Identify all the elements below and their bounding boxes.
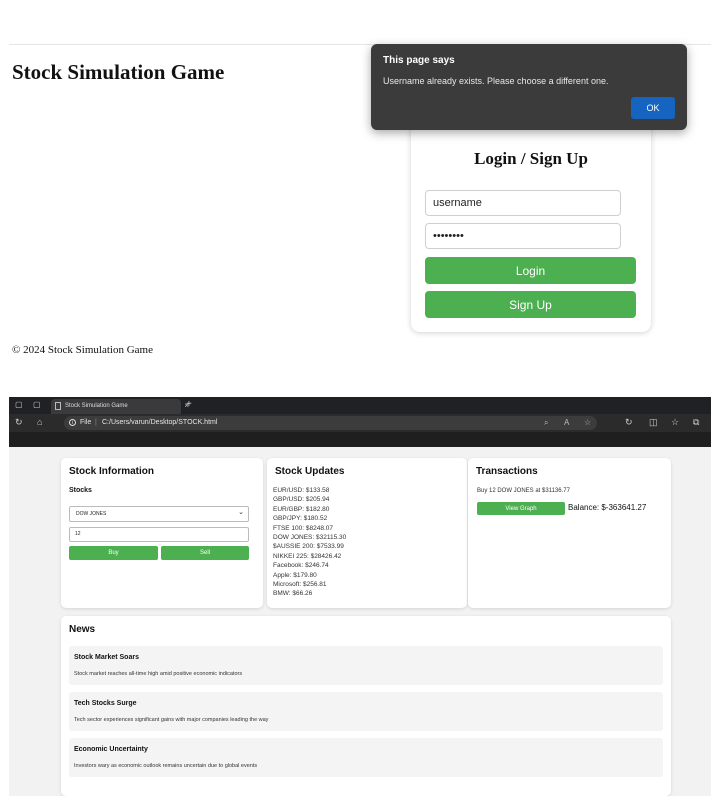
news-item: Economic Uncertainty Investors wary as e… [69, 738, 663, 777]
transactions-card: Transactions Buy 12 DOW JONES at $31136.… [468, 458, 671, 608]
login-heading: Login / Sign Up [474, 149, 588, 168]
url-scheme-label: File [80, 419, 92, 426]
stocks-label: Stocks [69, 487, 92, 494]
news-item: Stock Market Soars Stock market reaches … [69, 646, 663, 685]
page-doc-icon [55, 402, 61, 410]
login-button[interactable]: Login [425, 257, 636, 284]
url-separator: | [95, 419, 97, 426]
footer-copyright: © 2024 Stock Simulation Game [12, 344, 153, 356]
home-icon[interactable]: ⌂ [37, 417, 42, 427]
list-item: Apple: $179.80 [273, 571, 317, 579]
news-title: Stock Market Soars [74, 654, 139, 661]
stock-select[interactable]: DOW JONES ⌄ [69, 506, 249, 522]
news-body: Tech sector experiences significant gain… [74, 717, 269, 723]
page-title: Stock Simulation Game [12, 60, 225, 84]
balance-text: Balance: $-363641.27 [568, 503, 647, 512]
username-input[interactable] [425, 190, 621, 216]
login-card: Login / Sign Up Login Sign Up [411, 118, 651, 332]
workspaces-icon[interactable]: ▢ [33, 400, 42, 409]
news-body: Investors wary as economic outlook remai… [74, 763, 258, 769]
stock-updates-card: Stock Updates EUR/USD: $133.58 GBP/USD: … [267, 458, 467, 608]
stock-information-heading: Stock Information [69, 466, 155, 477]
list-item: NIKKEI 225: $28426.42 [273, 552, 342, 560]
news-item: Tech Stocks Surge Tech sector experience… [69, 692, 663, 731]
password-input[interactable] [425, 223, 621, 249]
list-item: EUR/USD: $133.58 [273, 487, 330, 494]
news-heading: News [69, 624, 96, 635]
info-icon[interactable]: i [69, 419, 76, 426]
tab-bar: ▢ ▢ Stock Simulation Game × + [9, 397, 711, 414]
browser-window: ▢ ▢ Stock Simulation Game × + ↻ ⌂ i File… [9, 397, 711, 796]
dialog-ok-button[interactable]: OK [631, 97, 675, 119]
list-item: Microsoft: $256.81 [273, 581, 327, 589]
transaction-entry: Buy 12 DOW JONES at $31136.77 [477, 488, 570, 494]
browser-refresh-icon[interactable]: ↻ [625, 417, 633, 428]
news-card: News Stock Market Soars Stock market rea… [61, 616, 671, 796]
address-bar: ↻ ⌂ i File | C:/Users/varun/Desktop/STOC… [9, 414, 711, 432]
url-field[interactable]: i File | C:/Users/varun/Desktop/STOCK.ht… [64, 416, 597, 430]
read-aloud-icon[interactable]: A [564, 418, 569, 427]
dialog-message: Username already exists. Please choose a… [383, 76, 609, 86]
stock-information-card: Stock Information Stocks DOW JONES ⌄ 12 … [61, 458, 263, 608]
split-screen-icon[interactable]: ◫ [649, 417, 658, 428]
refresh-icon[interactable]: ↻ [15, 417, 23, 428]
view-graph-button[interactable]: View Graph [477, 502, 565, 515]
zoom-icon[interactable]: ⌕ [544, 418, 548, 428]
tab-stock-simulation-game[interactable]: Stock Simulation Game × [51, 399, 189, 414]
tab-label: Stock Simulation Game [65, 403, 128, 409]
list-item: $AUSSIE 200: $7533.99 [273, 543, 344, 551]
list-item: DOW JONES: $32115.30 [273, 534, 347, 542]
list-item: FTSE 100: $8248.07 [273, 524, 333, 532]
news-title: Economic Uncertainty [74, 746, 148, 753]
list-item: EUR/GBP: $182.80 [273, 505, 330, 513]
sell-button[interactable]: Sell [161, 546, 249, 560]
list-item: BMW: $66.26 [273, 590, 313, 598]
stock-updates-heading: Stock Updates [275, 466, 345, 477]
tab-actions-icon[interactable]: ▢ [15, 400, 24, 409]
new-tab-icon[interactable]: + [186, 399, 192, 410]
dialog-title: This page says [383, 55, 455, 66]
alert-dialog: This page says Username already exists. … [371, 44, 687, 130]
quantity-input[interactable]: 12 [69, 527, 249, 542]
list-item: GBP/JPY: $180.52 [273, 515, 328, 523]
list-item: GBP/USD: $205.94 [273, 496, 330, 504]
transactions-heading: Transactions [476, 466, 538, 477]
news-body: Stock market reaches all-time high amid … [74, 671, 243, 677]
chevron-down-icon: ⌄ [238, 509, 244, 516]
favorite-star-icon[interactable]: ☆ [584, 418, 591, 427]
news-title: Tech Stocks Surge [74, 700, 137, 707]
url-path: C:/Users/varun/Desktop/STOCK.html [102, 419, 218, 426]
toolbar-strip [9, 432, 711, 447]
buy-button[interactable]: Buy [69, 546, 158, 560]
favorites-icon[interactable]: ☆ [671, 417, 679, 428]
signup-button[interactable]: Sign Up [425, 291, 636, 318]
collections-icon[interactable]: ⧉ [693, 417, 699, 428]
stock-select-value: DOW JONES [76, 511, 107, 517]
stock-updates-list: EUR/USD: $133.58 GBP/USD: $205.94 EUR/GB… [273, 486, 346, 599]
list-item: Facebook: $246.74 [273, 562, 329, 570]
quantity-value: 12 [75, 531, 81, 537]
